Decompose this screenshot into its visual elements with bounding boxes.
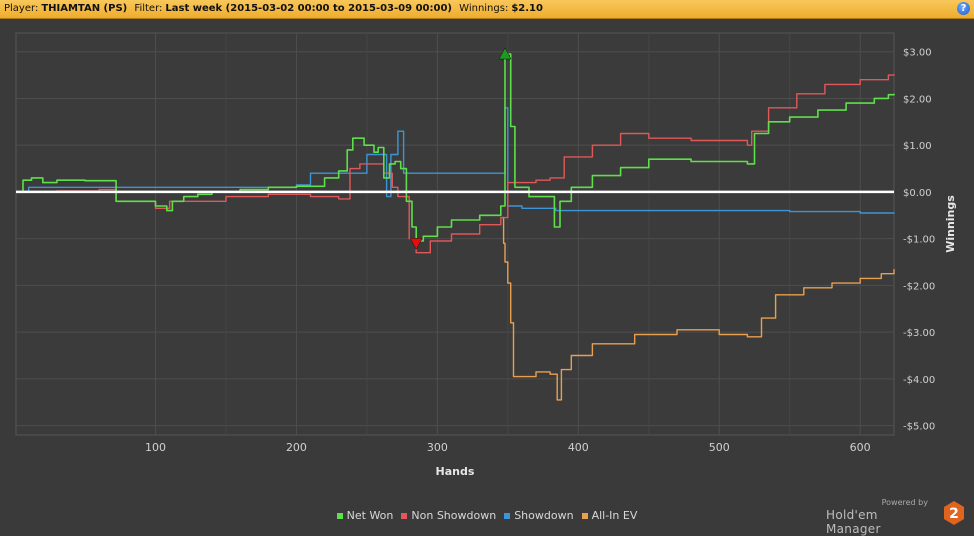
legend-swatch (504, 513, 511, 519)
x-tick-label: 400 (568, 441, 589, 454)
legend-swatch (401, 513, 408, 519)
legend-label: Net Won (346, 509, 394, 522)
filter-label: Filter: (134, 3, 163, 14)
y-axis-label: Winnings (944, 195, 957, 253)
y-tick-label: $2.00 (903, 94, 932, 105)
brand-logo: Powered by Hold'em Manager 2 (826, 498, 966, 536)
legend-swatch (336, 513, 343, 519)
y-tick-label: $0.00 (903, 188, 932, 199)
y-tick-label: -$1.00 (903, 235, 935, 246)
x-tick-label: 600 (850, 441, 871, 454)
legend-item-net-won[interactable]: Net Won (336, 509, 394, 522)
winnings-label: Winnings: (459, 3, 509, 14)
y-tick-label: -$5.00 (903, 422, 935, 433)
legend-item-non-showdown[interactable]: Non Showdown (401, 509, 496, 522)
logo-digit: 2 (949, 506, 959, 522)
x-tick-label: 300 (427, 441, 448, 454)
x-tick-label: 200 (286, 441, 307, 454)
legend-item-all-in-ev[interactable]: All-In EV (581, 509, 638, 522)
player-label: Player: (4, 3, 39, 14)
title-bar: Player: THIAMTAN (PS) Filter: Last week (2… (0, 0, 974, 19)
legend-item-showdown[interactable]: Showdown (504, 509, 574, 522)
y-tick-label: -$3.00 (903, 328, 935, 339)
brand-name: Hold'em Manager (826, 508, 881, 536)
filter-value[interactable]: Last week (2015-03-02 00:00 to 2015-03-0… (165, 0, 452, 18)
y-tick-label: $3.00 (903, 48, 932, 59)
powered-by-label: Powered by (881, 498, 928, 507)
legend-swatch (581, 513, 588, 519)
winnings-chart[interactable]: 100 200 300 400 500 600 $3.00 $2.00 $1.00 $0.00 -$… (0, 19, 974, 509)
y-tick-label: -$2.00 (903, 281, 935, 292)
hem-logo-icon: 2 (944, 501, 964, 525)
legend-label: Showdown (514, 509, 574, 522)
legend-label: All-In EV (591, 509, 638, 522)
x-tick-label: 100 (145, 441, 166, 454)
help-icon[interactable]: ? (957, 2, 970, 15)
x-axis-label: Hands (436, 465, 475, 478)
player-value: THIAMTAN (PS) (41, 3, 128, 14)
legend-label: Non Showdown (411, 509, 497, 522)
x-tick-label: 500 (709, 441, 730, 454)
winnings-value: $2.10 (511, 3, 543, 14)
y-tick-label: -$4.00 (903, 375, 935, 386)
y-tick-label: $1.00 (903, 141, 932, 152)
